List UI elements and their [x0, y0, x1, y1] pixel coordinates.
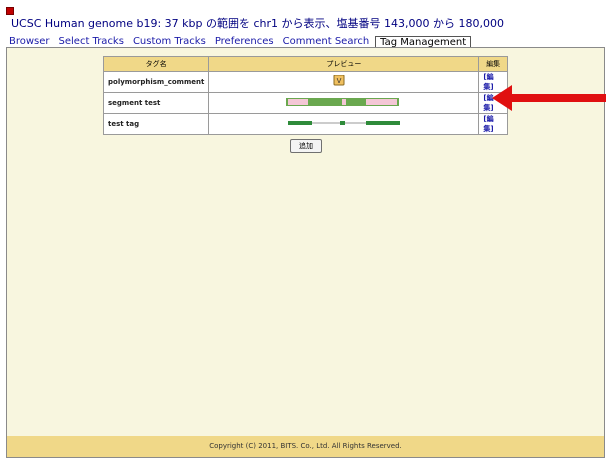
- segment-pink-right: [365, 99, 397, 105]
- line-segment-2: [339, 121, 345, 125]
- edit-link[interactable]: [編集]: [483, 115, 493, 133]
- logo-icon: [6, 7, 14, 15]
- column-header-tag-name: タグ名: [102, 56, 210, 72]
- tag-name-cell: segment test: [102, 92, 210, 114]
- line-segment-1: [287, 121, 312, 125]
- tag-preview-cell: [208, 92, 480, 114]
- table-row: test tag [編集]: [102, 113, 508, 135]
- marker-preview: V: [333, 74, 345, 86]
- column-header-preview: プレビュー: [208, 56, 480, 72]
- marker-glyph: V: [336, 77, 341, 85]
- tag-name-cell: polymorphism_comment: [102, 71, 210, 93]
- edit-cell: [編集]: [478, 113, 508, 135]
- segment-pink-left: [287, 99, 308, 105]
- tab-bar: Browser Select Tracks Custom Tracks Pref…: [6, 34, 474, 49]
- segment-preview: [285, 98, 399, 106]
- table-row: polymorphism_comment V [編集]: [102, 71, 508, 93]
- table-row: segment test [編集]: [102, 92, 508, 114]
- tag-preview-cell: V: [208, 71, 480, 93]
- table-header-row: タグ名 プレビュー 編集: [102, 56, 508, 72]
- segment-pink-mid: [341, 99, 346, 105]
- tag-name-cell: test tag: [102, 113, 210, 135]
- add-button[interactable]: 追加: [290, 139, 322, 153]
- tag-table: タグ名 プレビュー 編集 polymorphism_comment V [編集]…: [102, 56, 508, 135]
- column-header-edit: 編集: [478, 56, 508, 72]
- copyright-footer: Copyright (C) 2011, BITS. Co., Ltd. All …: [6, 436, 605, 458]
- arrow-shape: [492, 85, 606, 111]
- line-segment-3: [365, 121, 400, 125]
- tag-preview-cell: [208, 113, 480, 135]
- red-arrow-icon: [492, 85, 606, 111]
- page-title: UCSC Human genome b19: 37 kbp の範囲を chr1 …: [11, 17, 504, 30]
- line-preview: [287, 121, 400, 125]
